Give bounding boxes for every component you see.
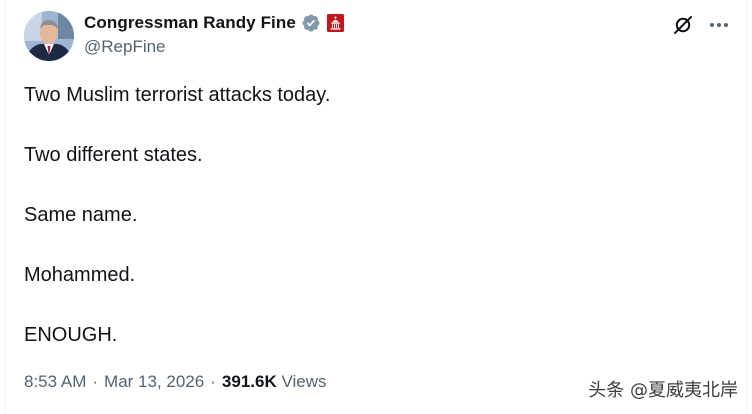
verified-badge-icon[interactable] xyxy=(301,13,321,33)
meta-separator: · xyxy=(92,372,99,391)
author-handle[interactable]: @RepFine xyxy=(84,37,344,57)
post-line: Mohammed. xyxy=(24,264,136,286)
author-info: Congressman Randy Fine @RepFine xyxy=(84,12,344,57)
watermark: 头条 @夏威夷北岸 xyxy=(588,380,738,401)
post-date[interactable]: Mar 13, 2026 xyxy=(104,372,204,391)
name-row: Congressman Randy Fine xyxy=(84,12,344,34)
meta-separator: · xyxy=(210,372,216,391)
us-capitol-badge-icon[interactable] xyxy=(326,14,344,32)
post-line: Two Muslim terrorist attacks today. xyxy=(24,84,331,106)
grok-icon[interactable] xyxy=(670,12,696,38)
author-display-name[interactable]: Congressman Randy Fine xyxy=(84,13,296,33)
post-actions xyxy=(670,12,732,38)
card-left-border xyxy=(4,0,5,414)
views-count[interactable]: 391.6K xyxy=(222,372,277,391)
post-meta: 8:53 AM · Mar 13, 2026 · 391.6K Views xyxy=(24,372,327,392)
post-card: Congressman Randy Fine @RepFine Two Musl… xyxy=(0,0,752,414)
post-header: Congressman Randy Fine @RepFine xyxy=(24,10,732,62)
post-text: Two Muslim terrorist attacks today. Two … xyxy=(24,82,728,382)
post-time[interactable]: 8:53 AM xyxy=(24,372,86,391)
post-line: Two different states. xyxy=(24,144,203,166)
post-line: Same name. xyxy=(24,204,138,226)
views-label: Views xyxy=(281,372,327,391)
card-right-border xyxy=(747,0,748,414)
avatar[interactable] xyxy=(24,11,74,61)
post-line: ENOUGH. xyxy=(24,324,118,346)
avatar-portrait xyxy=(24,11,74,61)
more-icon[interactable] xyxy=(706,12,732,38)
